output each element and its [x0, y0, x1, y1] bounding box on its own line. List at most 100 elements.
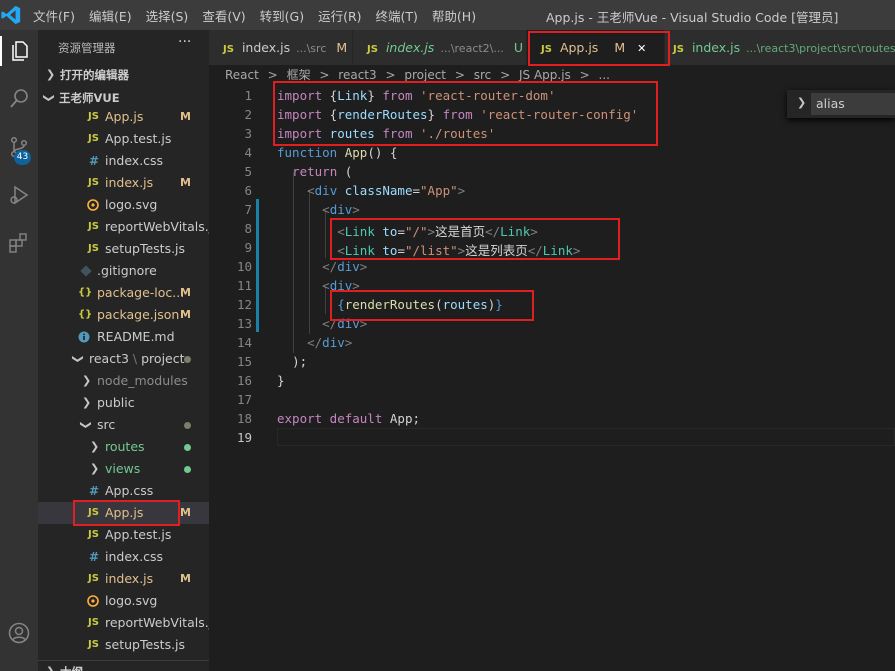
tree-item-setup-tests[interactable]: JS setupTests.js	[38, 634, 209, 656]
tree-item-index-css[interactable]: # index.css	[38, 546, 209, 568]
line-number: 1	[244, 88, 252, 103]
vscode-logo-icon	[1, 5, 21, 25]
line-number: 18	[236, 411, 252, 426]
js-file-icon: JS	[88, 529, 99, 540]
tree-item-logo-svg[interactable]: logo.svg	[38, 194, 209, 216]
breadcrumb-separator: >	[500, 68, 511, 82]
js-file-icon: JS	[88, 243, 99, 254]
find-input[interactable]: alias	[811, 93, 895, 115]
tree-item-app-test-js[interactable]: JS App.test.js	[38, 524, 209, 546]
code-line: <div className="App">	[307, 183, 466, 198]
line-number: 16	[236, 373, 252, 388]
untracked-dot	[184, 444, 191, 451]
tab-index-js-src[interactable]: JS index.js ...\src M	[209, 30, 353, 65]
outline-section[interactable]: ❯ 大纲	[38, 660, 209, 671]
modified-dot	[184, 422, 191, 429]
tree-item-index-css[interactable]: # index.css	[38, 150, 209, 172]
run-debug-icon[interactable]	[4, 180, 34, 210]
breadcrumb-react[interactable]: React	[225, 68, 259, 82]
code-line: }	[277, 373, 285, 388]
js-file-icon: JS	[223, 44, 234, 55]
tree-folder-react3-project[interactable]: ❯ react3 \ project	[38, 348, 209, 370]
tree-item-report-web-vitals[interactable]: JS reportWebVitals.js	[38, 216, 209, 238]
css-file-icon: #	[89, 550, 100, 564]
window-title: App.js - 王老师Vue - Visual Studio Code [管理…	[546, 10, 839, 25]
menu-bar: 文件(F) 编辑(E) 选择(S) 查看(V) 转到(G) 运行(R) 终端(T…	[26, 0, 483, 30]
tree-item-index-js[interactable]: JS index.js M	[38, 172, 209, 194]
tab-index-js-routes[interactable]: JS index.js ...\react3\project\src\routes	[665, 30, 895, 65]
annotation-box-links	[330, 218, 620, 260]
tree-item-app-css[interactable]: # App.css	[38, 480, 209, 502]
menu-go[interactable]: 转到(G)	[260, 6, 304, 25]
menu-help[interactable]: 帮助(H)	[432, 6, 476, 25]
tree-folder-src[interactable]: ❯ src	[38, 414, 209, 436]
tree-item-app-js[interactable]: JS App.js M	[38, 106, 209, 128]
menu-terminal[interactable]: 终端(T)	[376, 6, 418, 25]
line-number: 10	[236, 259, 252, 274]
tab-index-js-react2[interactable]: JS index.js ...\react2\... U	[353, 30, 527, 65]
account-icon[interactable]	[4, 618, 34, 648]
tree-folder-node-modules[interactable]: ❯ node_modules	[38, 370, 209, 392]
menu-selection[interactable]: 选择(S)	[146, 6, 189, 25]
tree-item-gitignore[interactable]: .gitignore	[38, 260, 209, 282]
tree-item-package-json[interactable]: {} package.json M	[38, 304, 209, 326]
tree-folder-public[interactable]: ❯ public	[38, 392, 209, 414]
title-bar: 文件(F) 编辑(E) 选择(S) 查看(V) 转到(G) 运行(R) 终端(T…	[0, 0, 895, 30]
tree-item-report-web-vitals[interactable]: JS reportWebVitals.js	[38, 612, 209, 634]
tree-item-logo-svg[interactable]: logo.svg	[38, 590, 209, 612]
explorer-icon[interactable]	[0, 36, 38, 66]
css-file-icon: #	[89, 154, 100, 168]
menu-edit[interactable]: 编辑(E)	[89, 6, 132, 25]
line-number: 4	[244, 145, 252, 160]
code-line: export default App;	[277, 411, 421, 426]
chevron-right-icon[interactable]: ❯	[797, 96, 806, 109]
tree-item-index-js[interactable]: JS index.js M	[38, 568, 209, 590]
menu-view[interactable]: 查看(V)	[202, 6, 245, 25]
line-number: 7	[244, 202, 252, 217]
json-file-icon: {}	[78, 287, 93, 298]
breadcrumb-symbol[interactable]: ...	[599, 68, 610, 82]
breadcrumb-project[interactable]: project	[404, 68, 446, 82]
tree-item-setup-tests[interactable]: JS setupTests.js	[38, 238, 209, 260]
code-editor[interactable]: 1 2 3 4 5 6 7 8 9 10 11 12 13 14 15 16 1…	[209, 86, 895, 671]
chevron-right-icon: ❯	[90, 440, 100, 453]
search-icon[interactable]	[4, 84, 34, 114]
line-number: 9	[244, 240, 252, 255]
breadcrumb-src[interactable]: src	[474, 68, 492, 82]
chevron-down-icon: ❯	[79, 420, 93, 430]
open-editors-section[interactable]: ❯ 打开的编辑器	[38, 64, 209, 86]
extensions-icon[interactable]	[4, 228, 34, 258]
code-line: <div>	[322, 202, 360, 217]
line-number: 15	[236, 354, 252, 369]
tree-item-readme[interactable]: README.md	[38, 326, 209, 348]
breadcrumb-app-js[interactable]: JS App.js	[519, 68, 571, 82]
code-line: );	[292, 354, 308, 369]
breadcrumb-separator: >	[319, 68, 330, 82]
more-actions-icon[interactable]: ···	[178, 34, 191, 50]
chevron-down-icon: ❯	[71, 354, 85, 364]
breadcrumb-react3[interactable]: react3	[338, 68, 376, 82]
tree-folder-views[interactable]: ❯ views	[38, 458, 209, 480]
modified-dot	[184, 356, 191, 363]
current-line-highlight	[277, 428, 895, 446]
breadcrumb-framework[interactable]: 框架	[287, 68, 311, 82]
line-number: 11	[236, 278, 252, 293]
breadcrumb-separator: >	[267, 68, 278, 82]
chevron-right-icon: ❯	[90, 462, 100, 475]
annotation-box-tab	[528, 31, 670, 66]
code-line: </div>	[307, 335, 353, 350]
js-file-icon: JS	[88, 639, 99, 650]
tree-item-package-lock[interactable]: {} package-loc... M	[38, 282, 209, 304]
breadcrumb-separator: >	[454, 68, 465, 82]
js-file-icon: JS	[367, 44, 378, 55]
line-number: 12	[236, 297, 252, 312]
chevron-right-icon: ❯	[46, 661, 55, 671]
menu-file[interactable]: 文件(F)	[33, 6, 75, 25]
js-file-icon: JS	[88, 177, 99, 188]
tree-item-app-test-js[interactable]: JS App.test.js	[38, 128, 209, 150]
tree-folder-routes[interactable]: ❯ routes	[38, 436, 209, 458]
code-line: function App() {	[277, 145, 398, 160]
untracked-dot	[184, 466, 191, 473]
line-number: 2	[244, 107, 252, 122]
menu-run[interactable]: 运行(R)	[318, 6, 361, 25]
